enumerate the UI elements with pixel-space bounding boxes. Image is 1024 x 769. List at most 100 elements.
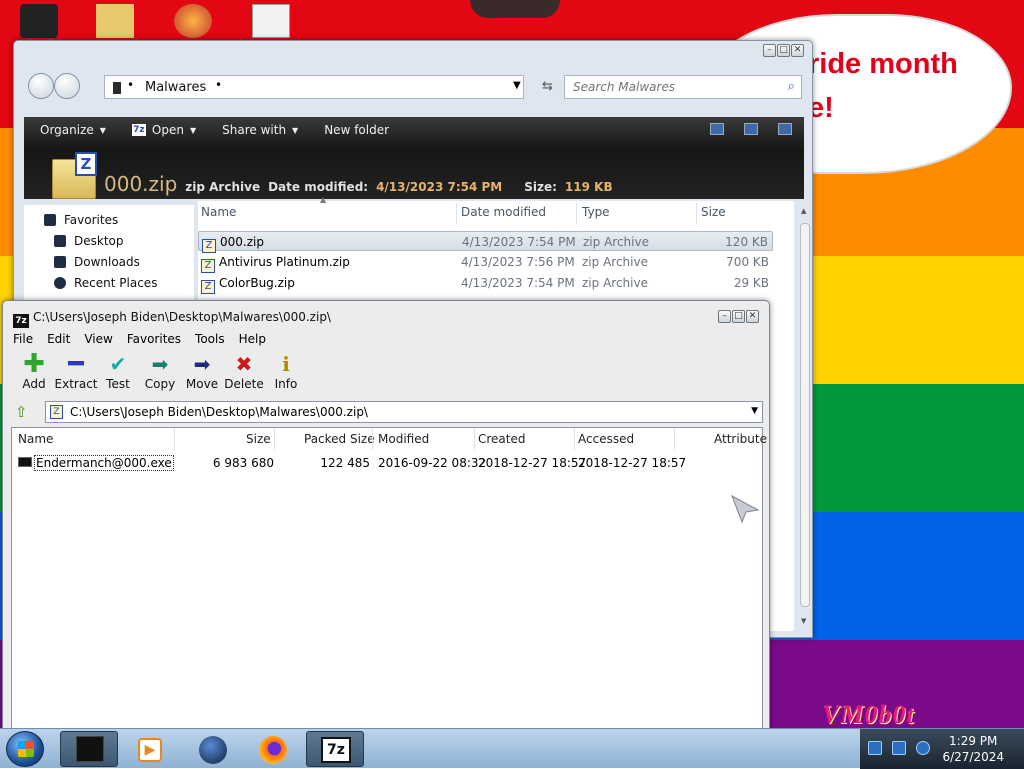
media-player-icon: ▶: [138, 738, 162, 762]
zip-file-icon: Z: [50, 405, 63, 419]
file-row[interactable]: Z ColorBug.zip 4/13/2023 7:54 PM zip Arch…: [198, 273, 773, 294]
path-input[interactable]: [68, 403, 748, 421]
forward-button[interactable]: [54, 73, 80, 99]
menu-file[interactable]: File: [13, 332, 33, 346]
archive-modified: 2016-09-22 08:32: [378, 456, 487, 470]
column-header-created[interactable]: Created: [478, 432, 526, 446]
scroll-down-icon[interactable]: ▼: [801, 617, 806, 625]
back-button[interactable]: [28, 73, 54, 99]
windows-logo-icon: [18, 741, 34, 757]
downloads-icon: [54, 256, 66, 268]
search-box[interactable]: ⌕: [564, 75, 802, 99]
column-header-name[interactable]: Name: [201, 205, 236, 219]
taskbar-7zip[interactable]: 7z: [306, 731, 364, 767]
breadcrumb-separator-icon[interactable]: •: [215, 78, 222, 92]
maximize-button[interactable]: □: [777, 44, 790, 57]
organize-button[interactable]: Organize ▼: [40, 123, 106, 137]
taskbar-firefox[interactable]: [244, 731, 302, 767]
move-label: Move: [185, 377, 219, 391]
test-button[interactable]: ✔ Test: [97, 351, 139, 399]
network-icon[interactable]: [892, 741, 906, 755]
column-header-attributes[interactable]: Attribute: [714, 432, 767, 446]
scroll-up-icon[interactable]: ▲: [801, 207, 806, 215]
folder-up-icon[interactable]: ⇧: [15, 403, 35, 421]
nav-item-downloads-label: Downloads: [74, 255, 140, 269]
breadcrumb-current-folder[interactable]: Malwares: [145, 80, 206, 95]
breadcrumb[interactable]: • Malwares • ▼: [104, 75, 524, 99]
delete-button[interactable]: ✖ Delete: [223, 351, 265, 399]
file-list-scrollbar[interactable]: ▲ ▼: [800, 207, 810, 629]
taskbar-media-player[interactable]: ▶: [122, 731, 180, 767]
organize-label: Organize: [40, 123, 94, 137]
nav-item-desktop[interactable]: Desktop: [54, 234, 124, 248]
column-header-size[interactable]: Size: [701, 205, 726, 219]
desktop-icon-bin[interactable]: [20, 4, 58, 38]
file-size: 29 KB: [733, 276, 769, 290]
info-label: Info: [274, 377, 298, 391]
file-row[interactable]: Z 000.zip 4/13/2023 7:54 PM zip Archive 1…: [198, 231, 773, 253]
close-button[interactable]: ✕: [791, 44, 804, 57]
archive-row[interactable]: Endermanch@000.exe 6 983 680 122 485 201…: [16, 454, 760, 472]
new-folder-button[interactable]: New folder: [324, 123, 389, 137]
column-header-packed-size[interactable]: Packed Size: [304, 432, 375, 446]
move-button[interactable]: ➡ Move: [181, 351, 223, 399]
desktop-icon-folder[interactable]: [96, 4, 134, 38]
column-header-name[interactable]: Name: [18, 432, 53, 446]
view-options-icon[interactable]: [710, 123, 724, 135]
archive-accessed: 2018-12-27 18:57: [578, 456, 687, 470]
maximize-button[interactable]: □: [732, 310, 745, 323]
taskbar-explorer[interactable]: [60, 731, 118, 767]
help-icon[interactable]: [778, 123, 792, 135]
close-button[interactable]: ✕: [746, 310, 759, 323]
file-type: zip Archive: [583, 235, 649, 249]
column-header-date-modified[interactable]: Date modified: [461, 205, 546, 219]
search-icon[interactable]: ⌕: [788, 79, 795, 94]
column-header-accessed[interactable]: Accessed: [578, 432, 634, 446]
explorer-address-row: • Malwares • ▼ ⇆ ⌕: [24, 71, 804, 105]
scrollbar-thumb[interactable]: [800, 223, 810, 607]
menu-edit[interactable]: Edit: [47, 332, 70, 346]
desktop-icon-media[interactable]: [174, 4, 212, 38]
menu-tools[interactable]: Tools: [195, 332, 225, 346]
menu-favorites[interactable]: Favorites: [127, 332, 181, 346]
minimize-button[interactable]: –: [763, 44, 776, 57]
open-button[interactable]: 7z Open ▼: [131, 123, 196, 137]
sevenzip-window[interactable]: 7z C:\Users\Joseph Biden\Desktop\Malwares…: [2, 300, 770, 732]
nav-item-recent-places-label: Recent Places: [74, 276, 158, 290]
column-header-type[interactable]: Type: [582, 205, 610, 219]
explorer-caption-buttons: – □ ✕: [763, 44, 804, 57]
clock[interactable]: 1:29 PM 6/27/2024: [942, 733, 1004, 765]
extract-button[interactable]: ━ Extract: [54, 351, 98, 399]
nav-item-recent-places[interactable]: Recent Places: [54, 276, 157, 290]
breadcrumb-separator-icon[interactable]: •: [127, 78, 134, 92]
copy-button[interactable]: ➡ Copy: [139, 351, 181, 399]
column-header-modified[interactable]: Modified: [378, 432, 429, 446]
file-name: Antivirus Platinum.zip: [219, 255, 350, 269]
column-header-size[interactable]: Size: [246, 432, 271, 446]
info-button[interactable]: i Info: [265, 351, 307, 399]
path-box[interactable]: Z ▼: [45, 401, 763, 423]
volume-icon[interactable]: [916, 741, 930, 755]
nav-item-favorites[interactable]: Favorites: [44, 213, 118, 227]
refresh-icon[interactable]: ⇆: [542, 79, 553, 94]
share-with-button[interactable]: Share with ▼: [222, 123, 298, 137]
menu-view[interactable]: View: [84, 332, 112, 346]
explorer-toolbar: Organize ▼ 7z Open ▼ Share with ▼ New fo…: [24, 117, 804, 199]
address-dropdown-icon[interactable]: ▼: [513, 80, 521, 91]
add-button[interactable]: ✚ Add: [13, 351, 55, 399]
taskbar-ie[interactable]: [184, 731, 242, 767]
menu-help[interactable]: Help: [239, 332, 266, 346]
folder-icon: [113, 82, 121, 94]
details-file-type: zip Archive: [185, 180, 261, 194]
search-input[interactable]: [571, 77, 771, 97]
chevron-down-icon[interactable]: ▼: [751, 406, 758, 416]
action-center-icon[interactable]: [868, 741, 882, 755]
desktop-icon-document[interactable]: [252, 4, 290, 38]
sevenzip-toolbar: ✚ Add ━ Extract ✔ Test ➡ Copy ➡ Move ✖ D…: [13, 351, 763, 399]
file-row[interactable]: Z Antivirus Platinum.zip 4/13/2023 7:56 P…: [198, 252, 773, 273]
extract-label: Extract: [54, 377, 98, 391]
minimize-button[interactable]: –: [718, 310, 731, 323]
start-button[interactable]: [6, 731, 44, 767]
nav-item-downloads[interactable]: Downloads: [54, 255, 140, 269]
preview-pane-icon[interactable]: [744, 123, 758, 135]
